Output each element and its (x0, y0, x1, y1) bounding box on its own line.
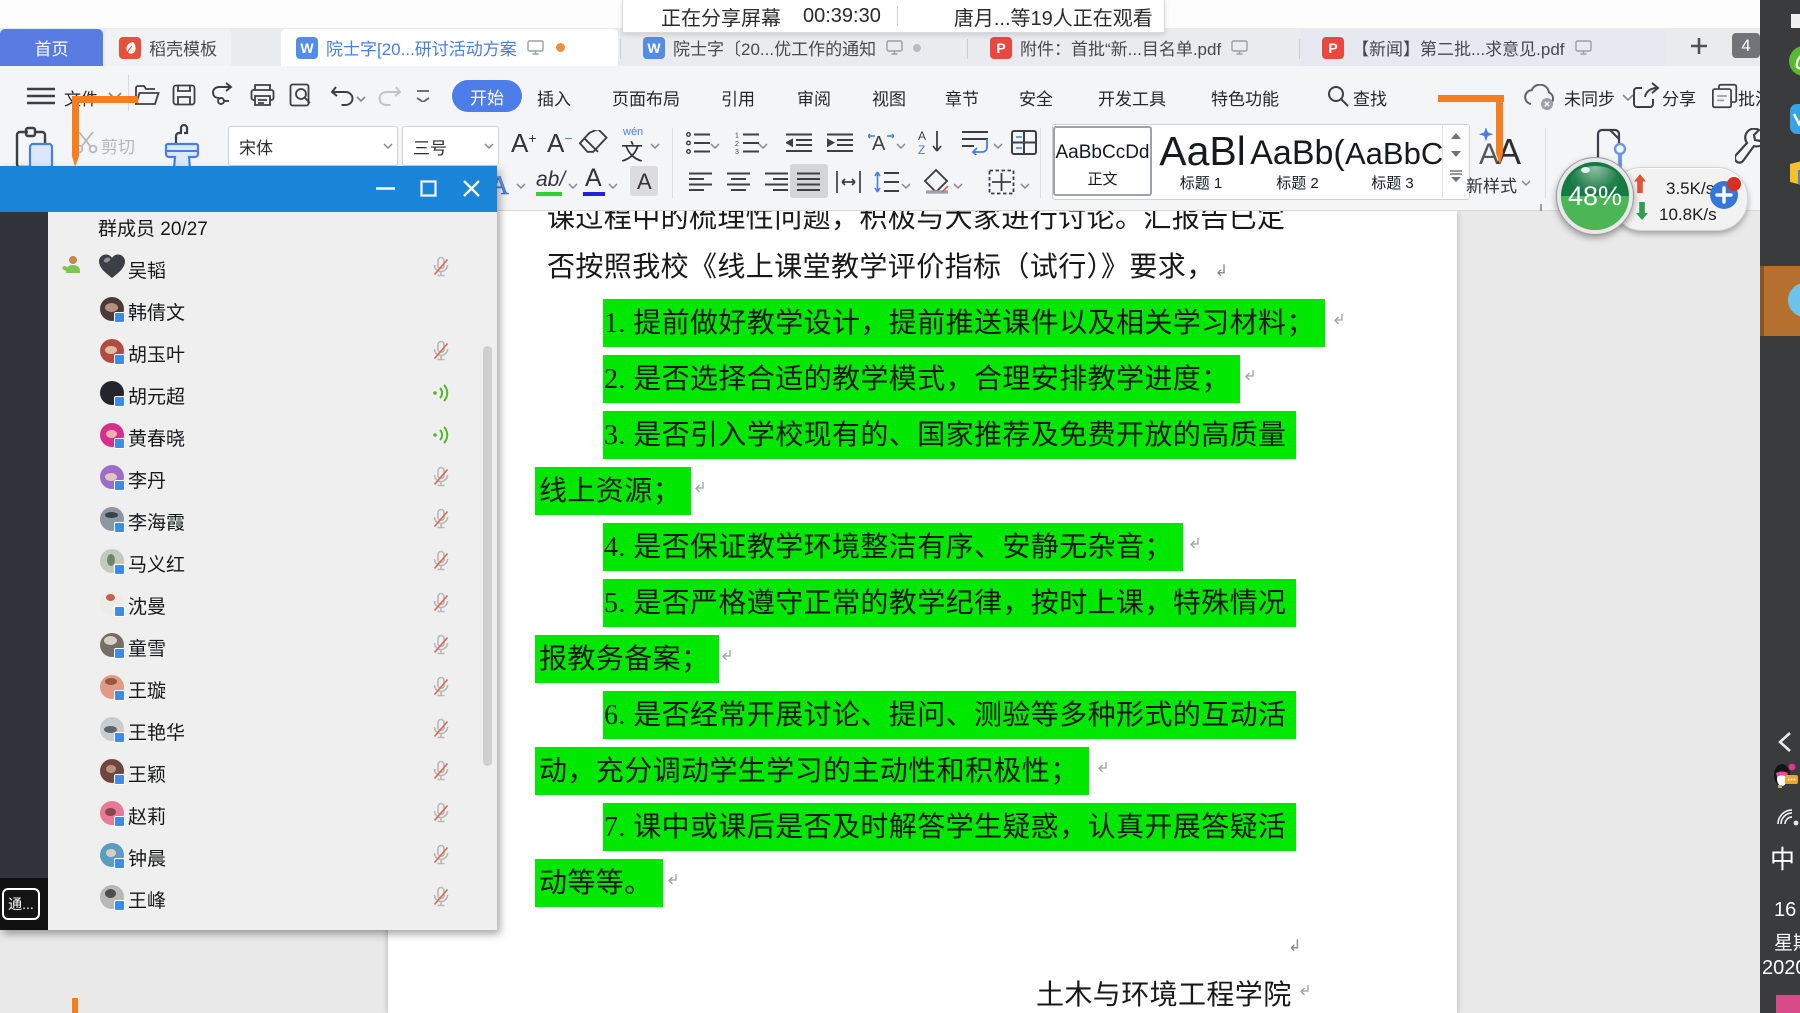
svg-text:A: A (918, 129, 926, 143)
svg-text:3: 3 (735, 149, 739, 154)
svg-text:Z: Z (918, 143, 925, 156)
svg-text:2: 2 (735, 141, 739, 148)
svg-text:1: 1 (735, 133, 739, 140)
